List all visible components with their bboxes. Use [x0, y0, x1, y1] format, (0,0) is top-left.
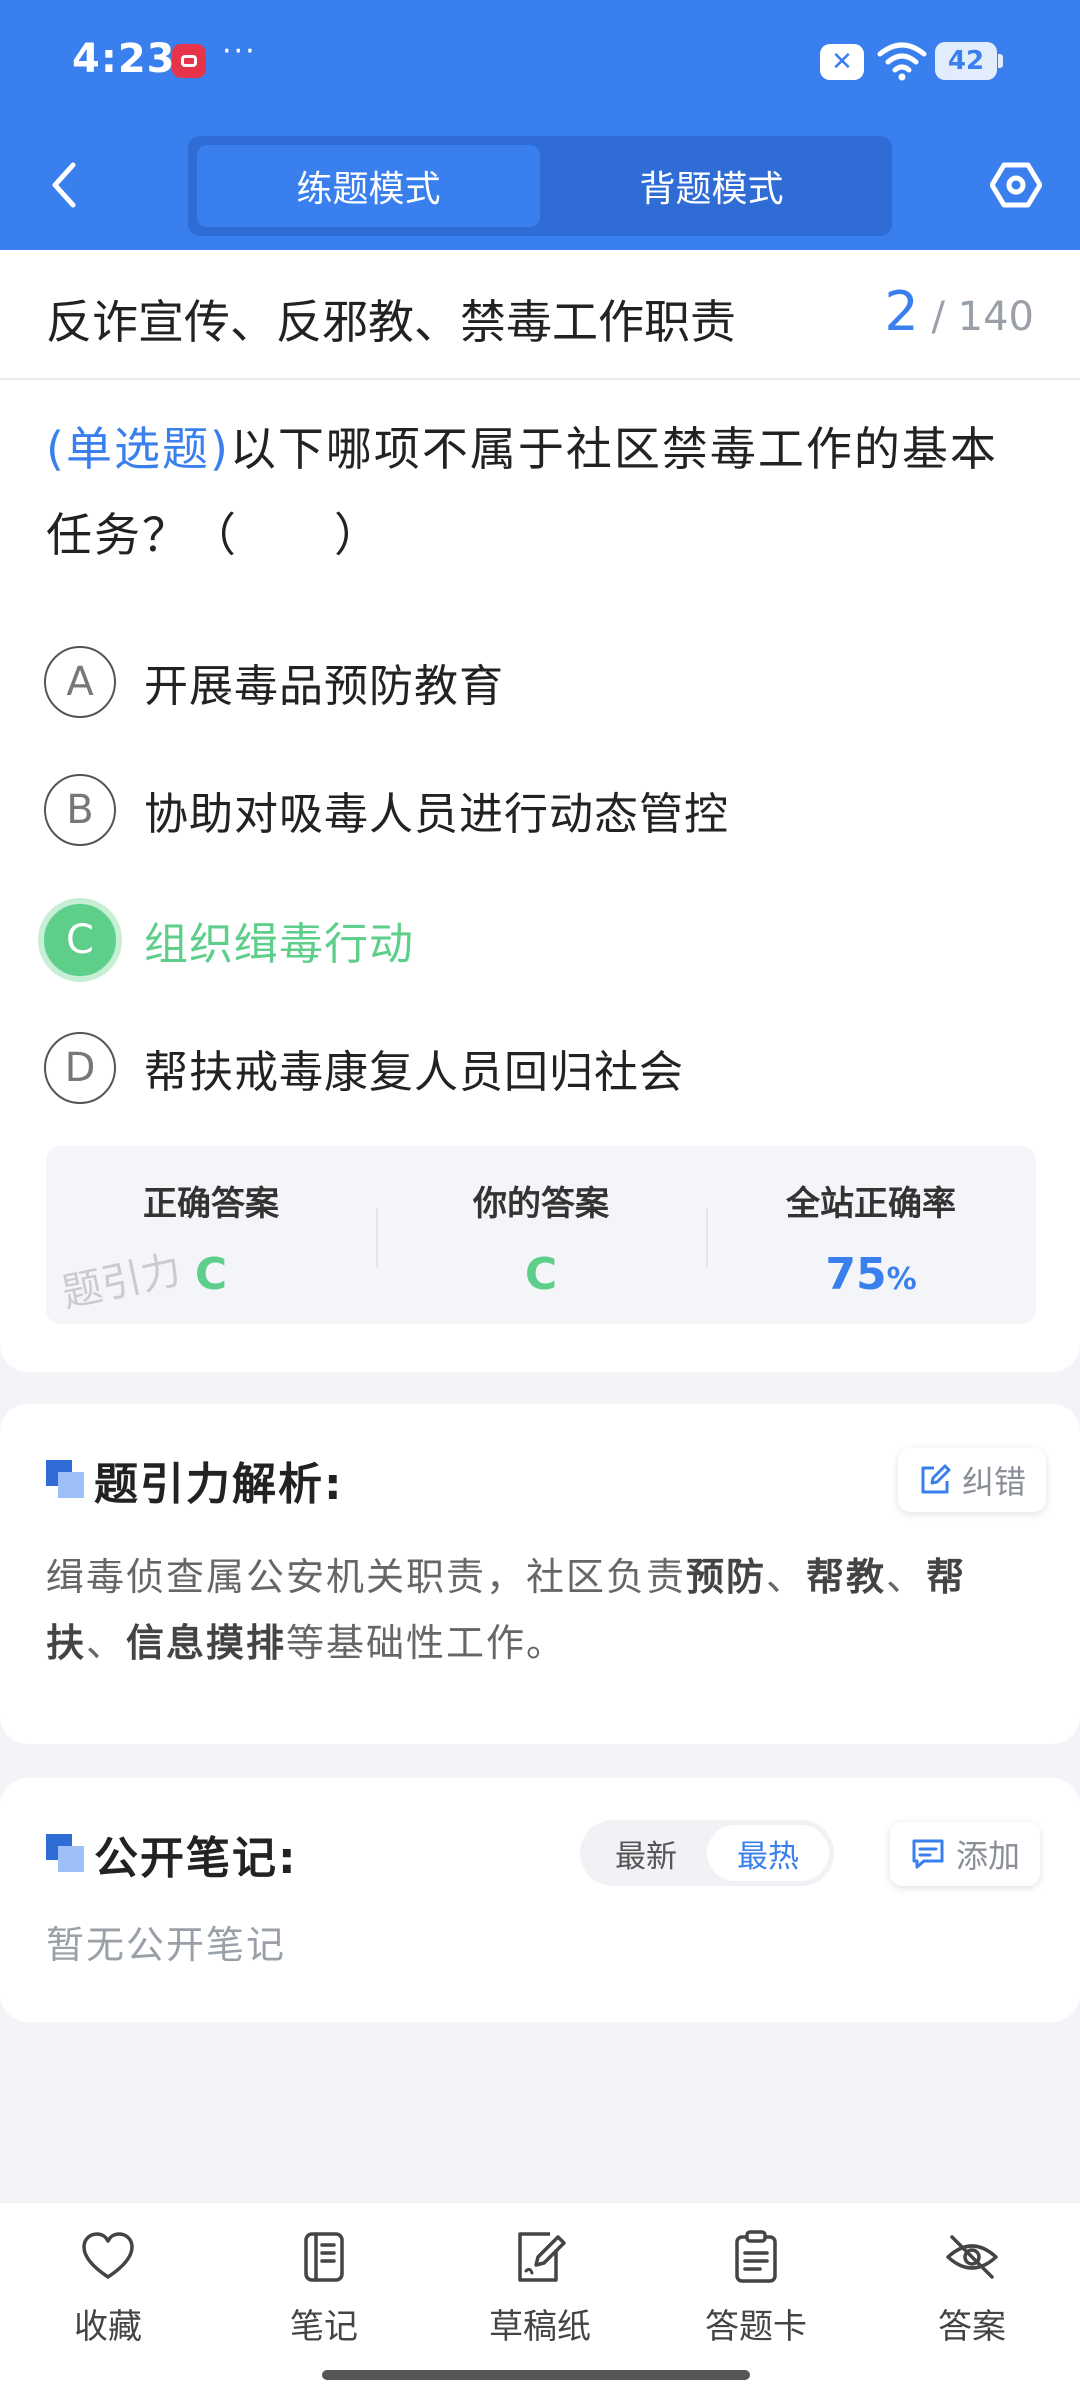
correct-answer-value: C — [194, 1249, 228, 1300]
progress-separator: / — [931, 294, 945, 340]
tab-practice-mode[interactable]: 练题模式 — [197, 145, 540, 227]
answer-summary: 正确答案 C 你的答案 C 全站正确率 75% 题引力 — [46, 1146, 1036, 1324]
total-question-count: 140 — [957, 294, 1034, 340]
sort-hottest[interactable]: 最热 — [707, 1825, 829, 1881]
analysis-keyword: 信息摸排 — [126, 1621, 287, 1665]
option-text: 帮扶戒毒康复人员回归社会 — [144, 1047, 684, 1098]
option-letter: A — [44, 646, 116, 718]
question-progress[interactable]: 2 / 140 — [884, 280, 1034, 343]
show-answer-label: 答案 — [938, 2307, 1006, 2347]
analysis-text-part: 、 — [86, 1621, 127, 1665]
eye-off-icon — [946, 2235, 998, 2279]
analysis-text-part: 等基础性工作。 — [286, 1621, 567, 1665]
question-card: 反诈宣传、反邪教、禁毒工作职责 2 / 140 (单选题)以下哪项不属于社区禁毒… — [0, 250, 1080, 1372]
analysis-card: 题引力解析: 纠错 缉毒侦查属公安机关职责，社区负责预防、帮教、帮扶、信息摸排等… — [0, 1404, 1080, 1744]
question-type: (单选题) — [46, 422, 230, 476]
notebook-icon — [304, 2232, 344, 2282]
draft-paper-icon — [518, 2232, 566, 2282]
answer-sheet-icon — [735, 2230, 777, 2283]
notes-sort-toggle: 最新 最热 — [580, 1820, 834, 1886]
option-letter: C — [44, 904, 116, 976]
status-time: 4:23 — [72, 36, 176, 82]
settings-hexagon-icon — [990, 162, 1042, 208]
notification-close-icon: ✕ — [820, 44, 864, 80]
empty-notes-text: 暂无公开笔记 — [46, 1923, 287, 1967]
option-text: 协助对吸毒人员进行动态管控 — [144, 789, 729, 840]
option-d[interactable]: D 帮扶戒毒康复人员回归社会 — [44, 1028, 1034, 1108]
heart-icon — [82, 2232, 134, 2279]
option-a[interactable]: A 开展毒品预防教育 — [44, 642, 1034, 722]
public-notes-title: 公开笔记: — [94, 1833, 298, 1884]
chapter-row: 反诈宣传、反邪教、禁毒工作职责 2 / 140 — [0, 250, 1080, 380]
analysis-title: 题引力解析: — [94, 1459, 344, 1510]
show-answer-button[interactable]: 答案 — [864, 2203, 1080, 2400]
home-indicator[interactable] — [322, 2370, 750, 2380]
report-error-label: 纠错 — [962, 1463, 1027, 1501]
your-answer-column: 你的答案 C — [376, 1146, 706, 1324]
answer-sheet-label: 答题卡 — [705, 2307, 807, 2347]
option-b[interactable]: B 协助对吸毒人员进行动态管控 — [44, 770, 1034, 850]
accuracy-rate-value: 75% — [825, 1249, 916, 1300]
option-c[interactable]: C 组织缉毒行动 — [44, 900, 1034, 980]
sort-latest[interactable]: 最新 — [585, 1825, 707, 1881]
app-notification-icon — [172, 44, 206, 78]
accuracy-rate-unit: % — [886, 1262, 917, 1297]
correct-answer-label: 正确答案 — [143, 1184, 279, 1224]
settings-button[interactable] — [984, 150, 1048, 220]
analysis-text: 缉毒侦查属公安机关职责，社区负责预防、帮教、帮扶、信息摸排等基础性工作。 — [46, 1544, 1036, 1676]
battery-indicator: 42 — [935, 42, 1003, 80]
report-error-button[interactable]: 纠错 — [898, 1448, 1047, 1512]
back-button[interactable] — [36, 150, 92, 220]
your-answer-label: 你的答案 — [473, 1184, 609, 1224]
question-stem: (单选题)以下哪项不属于社区禁毒工作的基本任务？（ ） — [46, 406, 1036, 578]
draft-paper-label: 草稿纸 — [489, 2307, 591, 2347]
analysis-keyword: 预防 — [686, 1555, 767, 1599]
favorite-button[interactable]: 收藏 — [0, 2203, 216, 2400]
accuracy-rate-label: 全站正确率 — [786, 1184, 956, 1224]
app-root: 4:23 ··· ✕ 42 练题模式 背题模式 反诈宣传、反邪教、禁毒工作职责 … — [0, 0, 1080, 2400]
tab-memorize-mode[interactable]: 背题模式 — [540, 145, 883, 227]
accuracy-rate-column: 全站正确率 75% — [706, 1146, 1036, 1324]
analysis-text-part: 缉毒侦查属公安机关职责，社区负责 — [46, 1555, 687, 1599]
status-bar: 4:23 ··· ✕ 42 — [0, 0, 1080, 120]
mode-switch: 练题模式 背题模式 — [188, 136, 892, 236]
accuracy-rate-number: 75 — [825, 1249, 887, 1300]
add-note-button[interactable]: 添加 — [890, 1822, 1041, 1886]
comment-icon — [912, 1839, 944, 1869]
section-squares-icon — [46, 1834, 86, 1874]
section-squares-icon — [46, 1460, 86, 1500]
more-notifications-icon: ··· — [222, 34, 257, 69]
analysis-text-part: 、 — [766, 1555, 807, 1599]
chevron-left-icon — [52, 162, 76, 208]
option-letter: B — [44, 774, 116, 846]
option-text: 组织缉毒行动 — [144, 919, 414, 970]
notes-label: 笔记 — [290, 2307, 358, 2347]
edit-icon — [921, 1464, 951, 1494]
current-question-number: 2 — [884, 280, 919, 343]
analysis-text-part: 、 — [886, 1555, 927, 1599]
chapter-title: 反诈宣传、反邪教、禁毒工作职责 — [46, 295, 736, 349]
option-text: 开展毒品预防教育 — [144, 661, 504, 712]
wifi-icon — [877, 42, 927, 81]
your-answer-value: C — [524, 1249, 558, 1300]
public-notes-card: 公开笔记: 最新 最热 添加 暂无公开笔记 — [0, 1778, 1080, 2022]
option-letter: D — [44, 1032, 116, 1104]
top-header: 4:23 ··· ✕ 42 练题模式 背题模式 — [0, 0, 1080, 250]
analysis-keyword: 帮教 — [806, 1555, 887, 1599]
add-note-label: 添加 — [956, 1837, 1021, 1875]
favorite-label: 收藏 — [74, 2307, 142, 2347]
